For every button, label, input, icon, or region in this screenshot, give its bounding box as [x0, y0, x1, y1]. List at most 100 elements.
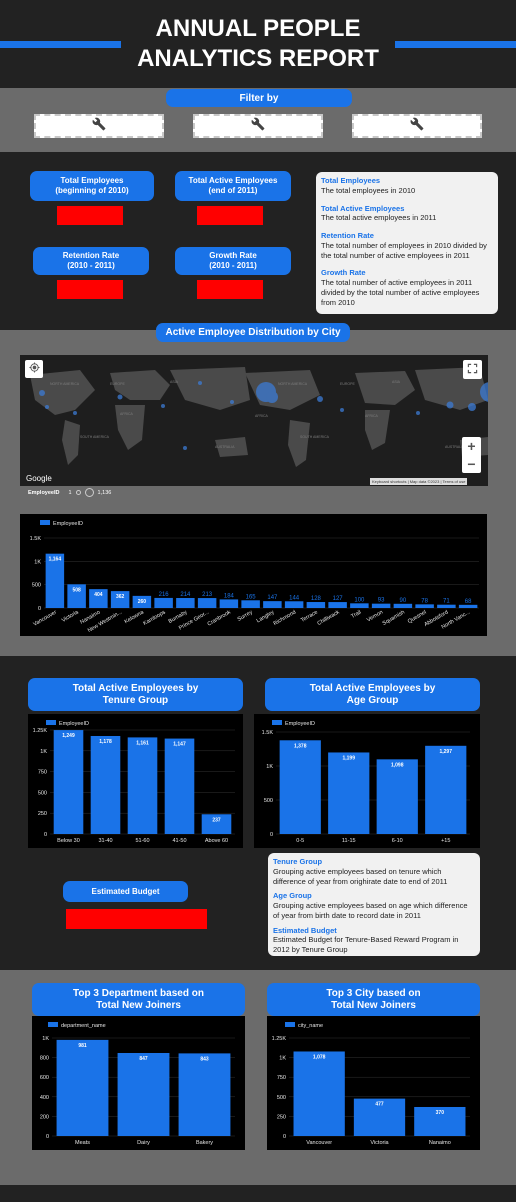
tenure-ytick: 1K — [40, 749, 47, 755]
dept-chart-title: Top 3 Department based on Total New Join… — [32, 983, 245, 1016]
kpi-growth-label: Growth Rate (2010 - 2011) — [175, 247, 291, 275]
page-title: ANNUAL PEOPLE ANALYTICS REPORT — [121, 14, 395, 74]
age-ytick: 0 — [270, 832, 273, 838]
age-xtick: 0-5 — [296, 838, 304, 844]
map-label-10: EUROPE — [340, 382, 355, 386]
city-data-label: 260 — [138, 599, 147, 605]
estimated-budget-value — [66, 909, 207, 929]
city-bar — [219, 599, 239, 608]
tenure-data-label: 1,161 — [136, 740, 149, 746]
age-ytick: 1K — [266, 764, 273, 770]
tenure-xtick: 51-60 — [135, 838, 149, 844]
city-bar — [371, 603, 391, 608]
tenure-chart-title: Total Active Employees by Tenure Group — [28, 678, 243, 711]
dept-data-label: 847 — [139, 1056, 148, 1062]
group-def-text-0: Grouping active employees based on tenur… — [273, 866, 448, 886]
city-data-label: 213 — [202, 592, 213, 598]
zoom-in-icon[interactable]: + — [462, 437, 481, 455]
map-label-9: ASIA — [392, 380, 401, 384]
map-legend-min: 1 — [68, 489, 72, 496]
age-data-label: 1,297 — [439, 749, 452, 755]
age-bar — [328, 752, 370, 834]
topcity-xtick: Victoria — [370, 1140, 389, 1146]
city-bar — [393, 603, 413, 608]
topcity-ytick: 250 — [277, 1114, 286, 1120]
age-legend-label: EmployeeID — [285, 721, 315, 727]
fullscreen-button[interactable] — [463, 360, 482, 379]
map-label-2: AFRICA — [120, 412, 134, 416]
kpi-retention-value — [57, 280, 123, 299]
map-section-title: Active Employee Distribution by City — [156, 323, 350, 342]
city-bar — [197, 598, 217, 608]
location-icon — [28, 360, 40, 378]
def-text-3: The total number of active employees in … — [321, 278, 480, 307]
dept-ytick: 0 — [46, 1134, 49, 1140]
city-legend-label: EmployeeID — [53, 521, 83, 527]
dept-xtick: Dairy — [137, 1140, 150, 1146]
group-definitions-box: Tenure Group Grouping active employees ba… — [268, 853, 480, 956]
city-data-label: 362 — [116, 594, 125, 600]
page-title-line2: ANALYTICS REPORT — [137, 45, 379, 72]
bottom-band — [0, 1185, 516, 1202]
age-bar-chart: EmployeeID 0 500 1K 1.5K 1,378 0-5 1,199 11-15 1,… — [254, 714, 480, 848]
estimated-budget-label: Estimated Budget — [63, 881, 188, 902]
filter-control-2[interactable] — [193, 114, 323, 138]
dept-bar — [117, 1052, 170, 1136]
city-data-label: 93 — [378, 598, 385, 604]
topcity-legend-label: city_name — [298, 1023, 323, 1029]
map-legend-max: 1,136 — [97, 489, 112, 496]
group-def-text-1: Grouping active employees based on age w… — [273, 901, 468, 920]
zoom-out-icon[interactable]: − — [462, 455, 481, 473]
city-xtick: Trail — [350, 610, 362, 620]
tenure-ytick: 1.25K — [33, 728, 48, 734]
def-text-1: The total active employees in 2011 — [321, 213, 437, 223]
location-button[interactable] — [25, 360, 43, 378]
page-title-line1: ANNUAL PEOPLE — [155, 15, 361, 42]
city-xtick: Cranbrook — [207, 609, 232, 627]
city-ytick: 1.5K — [30, 536, 42, 542]
age-bar-chart-svg: EmployeeID 0 500 1K 1.5K 1,378 0-5 1,199 11-15 1,… — [262, 720, 470, 844]
age-bar — [425, 745, 467, 834]
city-ytick: 1K — [34, 559, 41, 565]
kpi-active-employees-label: Total Active Employees (end of 2011) — [175, 171, 291, 201]
city-data-label: 1,164 — [49, 557, 62, 563]
tenure-ytick: 0 — [44, 832, 47, 838]
topcity-data-label: 477 — [375, 1102, 384, 1108]
city-bar — [154, 597, 173, 608]
city-data-label: 508 — [72, 587, 81, 593]
topcity-legend: city_name — [285, 1022, 323, 1029]
header-section: ANNUAL PEOPLE ANALYTICS REPORT — [0, 0, 516, 88]
fullscreen-icon — [467, 361, 478, 379]
map-legend-large-circle — [84, 488, 94, 497]
map-attribution[interactable]: Keyboard shortcuts | Map data ©2023 | Te… — [370, 478, 468, 485]
city-data-label: 184 — [224, 593, 235, 599]
age-bar — [279, 740, 321, 834]
topcity-ytick: 750 — [277, 1075, 286, 1081]
dept-legend-swatch — [48, 1022, 58, 1027]
def-title-2: Retention Rate — [321, 231, 374, 240]
dept-ytick: 800 — [40, 1056, 49, 1062]
city-data-label: 127 — [333, 596, 344, 602]
def-title-1: Total Active Employees — [321, 203, 405, 213]
age-data-label: 1,199 — [342, 755, 355, 761]
kpi-definitions-box: Total Employees The total employees in 20… — [316, 172, 498, 314]
kpi-growth-value — [197, 280, 263, 299]
city-bar — [306, 602, 326, 608]
city-bar — [350, 603, 369, 608]
world-map[interactable]: NORTH AMERICA SOUTH AMERICA AFRICA EUROP… — [20, 355, 488, 486]
top3-section: Top 3 Department based on Total New Join… — [0, 970, 516, 1202]
topcity-xtick: Vancouver — [306, 1140, 332, 1146]
age-legend: EmployeeID — [272, 720, 315, 727]
dept-data-label: 981 — [78, 1043, 87, 1049]
city-data-label: 147 — [267, 595, 278, 601]
filter-control-1[interactable] — [34, 114, 164, 138]
city-bar — [284, 601, 304, 608]
age-xtick: 6-10 — [392, 838, 403, 844]
city-bar — [415, 604, 434, 608]
tenure-xtick: Above 60 — [205, 838, 228, 844]
city-data-label: 78 — [421, 598, 428, 604]
filter-control-3[interactable] — [352, 114, 482, 138]
age-chart-title: Total Active Employees by Age Group — [265, 678, 480, 711]
world-map-svg: NORTH AMERICA SOUTH AMERICA AFRICA EUROP… — [20, 355, 488, 486]
tenure-legend-label: EmployeeID — [59, 721, 89, 727]
